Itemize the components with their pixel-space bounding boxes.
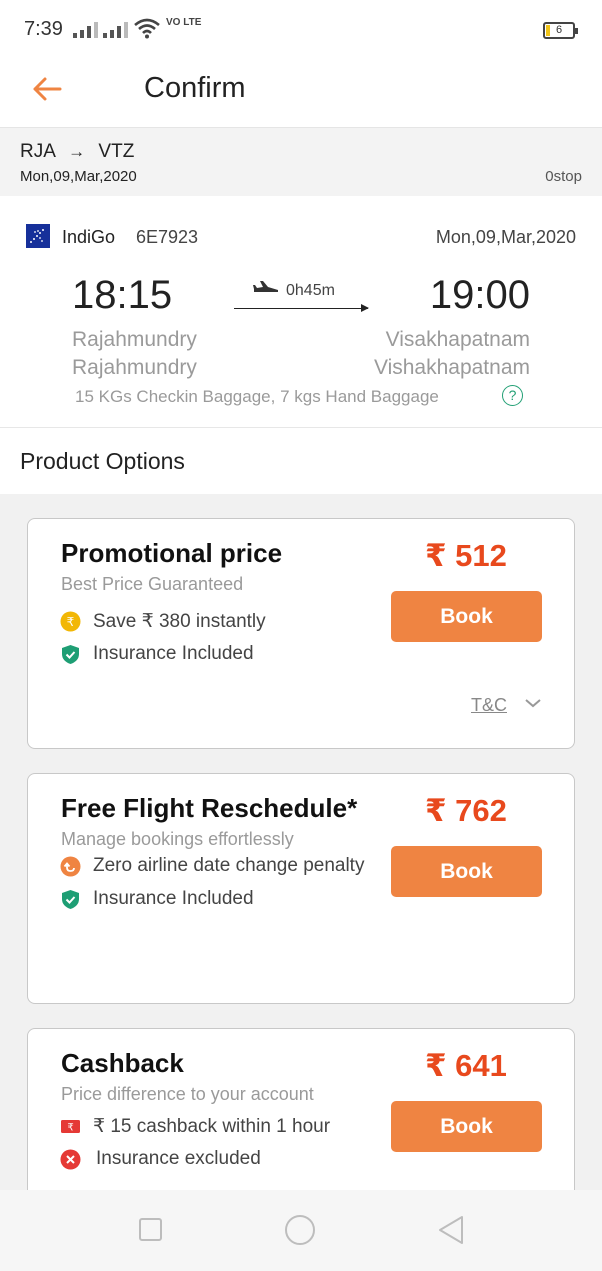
departure-airport: Rajahmundry bbox=[72, 356, 197, 379]
book-button[interactable]: Book bbox=[391, 846, 542, 897]
flight-duration: 0h45m bbox=[286, 282, 335, 299]
status-bar: 7:39 VO LTE 6 bbox=[0, 0, 602, 60]
option-card-reschedule: Free Flight Reschedule* Manage bookings … bbox=[27, 773, 575, 1004]
option-title: Cashback bbox=[61, 1048, 184, 1078]
option-feature: ₹ Save ₹ 380 instantly bbox=[60, 610, 266, 633]
product-options-header: Product Options bbox=[0, 428, 602, 494]
arrival-time: 19:00 bbox=[429, 273, 530, 317]
option-feature: Insurance Included bbox=[60, 888, 254, 910]
battery-icon: 6 bbox=[543, 22, 578, 39]
route-date: Mon,09,Mar,2020 bbox=[20, 168, 137, 185]
shield-check-icon bbox=[62, 644, 79, 664]
option-title: Free Flight Reschedule* bbox=[61, 793, 358, 823]
option-feature: ₹ ₹ 15 cashback within 1 hour bbox=[60, 1115, 330, 1138]
option-feature: Zero airline date change penalty bbox=[60, 855, 364, 877]
reschedule-icon bbox=[60, 856, 81, 876]
nav-back-icon[interactable] bbox=[437, 1215, 465, 1245]
signal-icon-sim2 bbox=[103, 22, 128, 38]
shield-check-icon bbox=[62, 889, 79, 909]
flight-card: IndiGo 6E7923 Mon,09,Mar,2020 18:15 0h45… bbox=[0, 196, 602, 428]
tnc-link[interactable]: T&C bbox=[471, 695, 507, 716]
book-button[interactable]: Book bbox=[391, 591, 542, 642]
route-arrow: → bbox=[68, 142, 86, 161]
flight-number: 6E7923 bbox=[136, 227, 199, 247]
product-options-title: Product Options bbox=[20, 448, 185, 474]
help-icon[interactable]: ? bbox=[502, 385, 523, 406]
indigo-logo-icon bbox=[26, 224, 50, 248]
flight-date: Mon,09,Mar,2020 bbox=[435, 227, 576, 247]
home-icon[interactable] bbox=[285, 1215, 315, 1245]
book-button[interactable]: Book bbox=[391, 1101, 542, 1152]
option-card-promotional: Promotional price Best Price Guaranteed … bbox=[27, 518, 575, 749]
recent-apps-icon[interactable] bbox=[139, 1218, 162, 1241]
cross-circle-icon bbox=[60, 1149, 81, 1169]
svg-text:₹: ₹ bbox=[67, 1123, 73, 1134]
option-feature: Insurance Included bbox=[60, 643, 254, 665]
option-feature: Insurance excluded bbox=[60, 1148, 261, 1170]
wifi-icon bbox=[134, 18, 160, 39]
system-nav-bar bbox=[0, 1190, 602, 1271]
option-price: ₹ 512 bbox=[425, 538, 507, 573]
signal-icon-sim1 bbox=[73, 22, 98, 38]
volte-indicator: VO LTE bbox=[166, 17, 202, 28]
route-line: RJA → VTZ bbox=[20, 141, 134, 163]
option-price: ₹ 762 bbox=[425, 793, 507, 828]
option-price: ₹ 641 bbox=[425, 1048, 507, 1083]
option-subtitle: Manage bookings effortlessly bbox=[61, 829, 294, 849]
svg-text:₹: ₹ bbox=[67, 615, 75, 629]
status-time: 7:39 bbox=[24, 18, 63, 40]
route-summary: RJA → VTZ Mon,09,Mar,2020 0stop bbox=[0, 128, 602, 196]
cash-note-icon: ₹ bbox=[61, 1120, 80, 1134]
option-title: Promotional price bbox=[61, 538, 283, 568]
page-title: Confirm bbox=[144, 72, 246, 104]
app-header: Confirm bbox=[0, 60, 602, 128]
battery-level: 6 bbox=[555, 24, 563, 36]
arrival-city: Visakhapatnam bbox=[385, 328, 530, 351]
departure-city: Rajahmundry bbox=[72, 328, 197, 351]
duration-arrow bbox=[234, 304, 369, 312]
back-arrow-icon[interactable] bbox=[30, 72, 64, 106]
origin-code: RJA bbox=[20, 141, 55, 162]
chevron-down-icon[interactable] bbox=[524, 697, 542, 709]
departure-time: 18:15 bbox=[72, 273, 173, 317]
destination-code: VTZ bbox=[98, 141, 135, 162]
option-subtitle: Price difference to your account bbox=[61, 1084, 314, 1104]
airline-name: IndiGo bbox=[62, 227, 116, 247]
baggage-info: 15 KGs Checkin Baggage, 7 kgs Hand Bagga… bbox=[75, 387, 439, 406]
arrival-airport: Vishakhapatnam bbox=[373, 356, 530, 379]
option-subtitle: Best Price Guaranteed bbox=[61, 574, 244, 594]
airplane-icon bbox=[253, 281, 278, 292]
stops-count: 0stop bbox=[545, 168, 582, 185]
rupee-coin-icon: ₹ bbox=[60, 611, 81, 632]
